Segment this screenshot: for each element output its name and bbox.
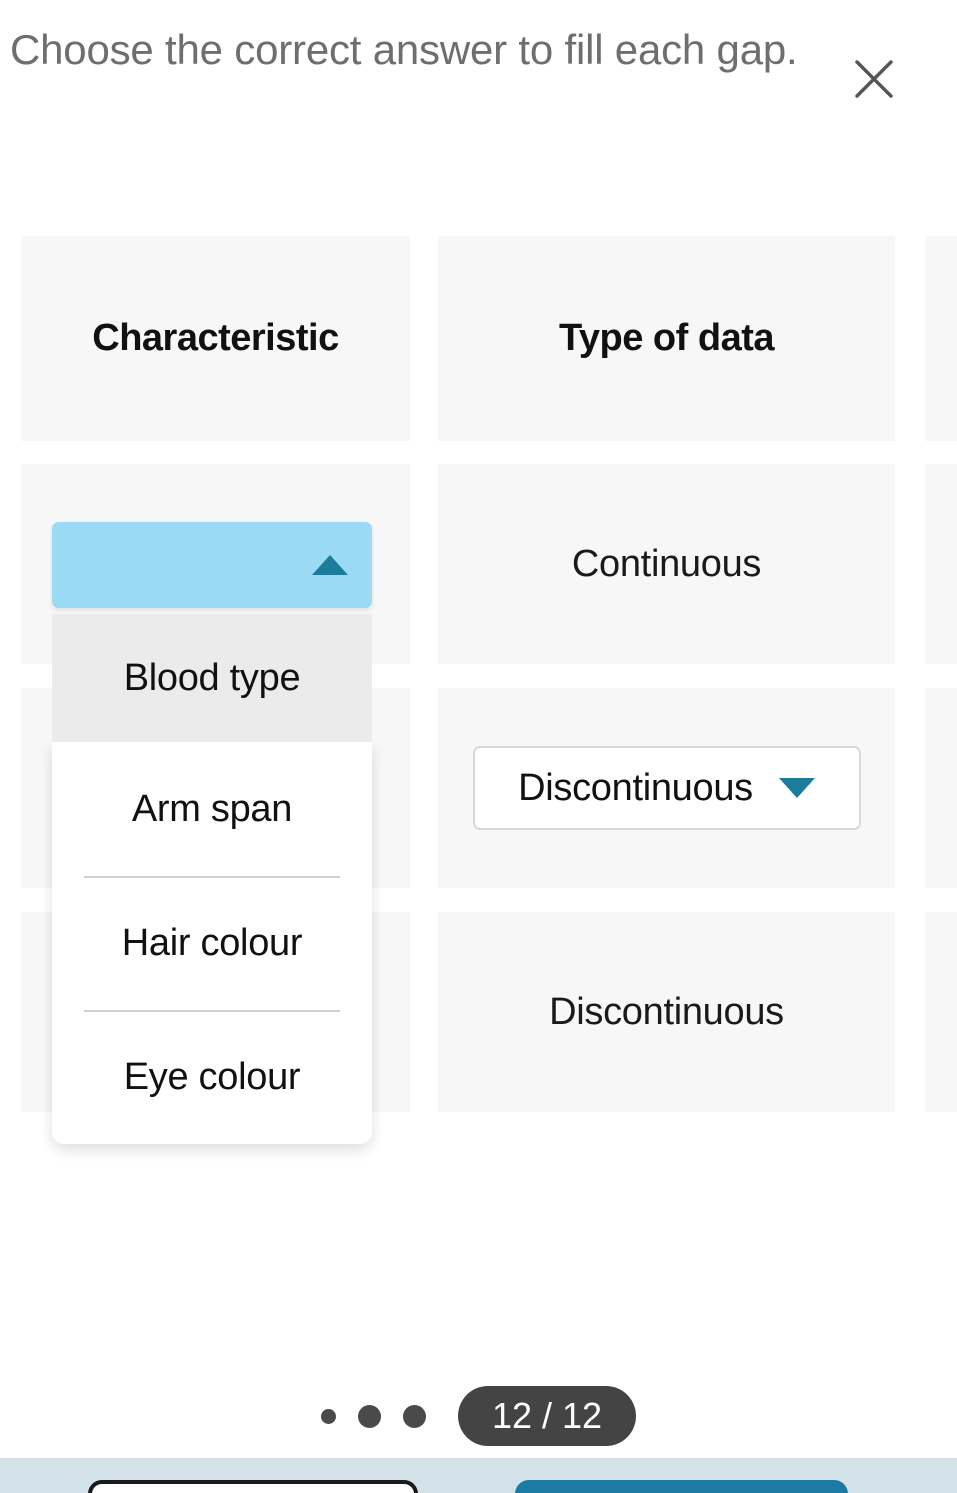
close-button[interactable] <box>843 48 905 110</box>
cell-type-of-data: Discontinuous <box>438 688 895 888</box>
chevron-down-icon <box>778 778 815 798</box>
cell-value: Continuous <box>571 542 762 585</box>
column-header-type-of-data: Type of data <box>438 236 895 441</box>
dropdown-option-eye-colour[interactable]: Eye colour <box>52 1010 372 1144</box>
dropdown-option-hair-colour[interactable]: Hair colour <box>52 876 372 1010</box>
dialog-header: Choose the correct answer to fill each g… <box>0 0 957 170</box>
select-characteristic[interactable] <box>52 522 372 608</box>
dropdown-characteristic-options: Blood type Arm span Hair colour Eye colo… <box>52 614 372 1144</box>
pagination-dot[interactable] <box>402 1404 426 1428</box>
dropdown-option-arm-span[interactable]: Arm span <box>52 742 372 876</box>
select-value: Discontinuous <box>518 766 753 809</box>
cell-third <box>925 688 957 888</box>
pagination-dot[interactable] <box>320 1408 336 1424</box>
cell-third <box>925 464 957 664</box>
page-counter[interactable]: 12 / 12 <box>457 1386 637 1446</box>
secondary-action-button[interactable] <box>88 1480 418 1493</box>
footer-bar <box>0 1458 957 1493</box>
column-header-third <box>925 236 957 441</box>
chevron-up-icon <box>312 555 348 575</box>
primary-action-button[interactable] <box>515 1480 848 1493</box>
cell-type-of-data: Discontinuous <box>438 912 895 1112</box>
column-header-characteristic: Characteristic <box>21 236 410 441</box>
select-characteristic-wrapper <box>52 522 372 608</box>
cell-third <box>925 912 957 1112</box>
column-header-label: Type of data <box>559 317 775 359</box>
select-type-of-data[interactable]: Discontinuous <box>472 746 861 830</box>
pagination: 12 / 12 <box>0 1386 957 1446</box>
cell-value: Discontinuous <box>549 990 784 1033</box>
page-title: Choose the correct answer to fill each g… <box>10 26 798 73</box>
pagination-dot[interactable] <box>357 1404 381 1428</box>
dropdown-panel: Arm span Hair colour Eye colour <box>52 742 372 1144</box>
table-header-row: Characteristic Type of data <box>0 236 957 441</box>
cell-type-of-data: Continuous <box>438 464 895 664</box>
close-icon <box>843 48 905 110</box>
column-header-label: Characteristic <box>92 317 339 359</box>
dropdown-option-blood-type[interactable]: Blood type <box>52 614 372 742</box>
